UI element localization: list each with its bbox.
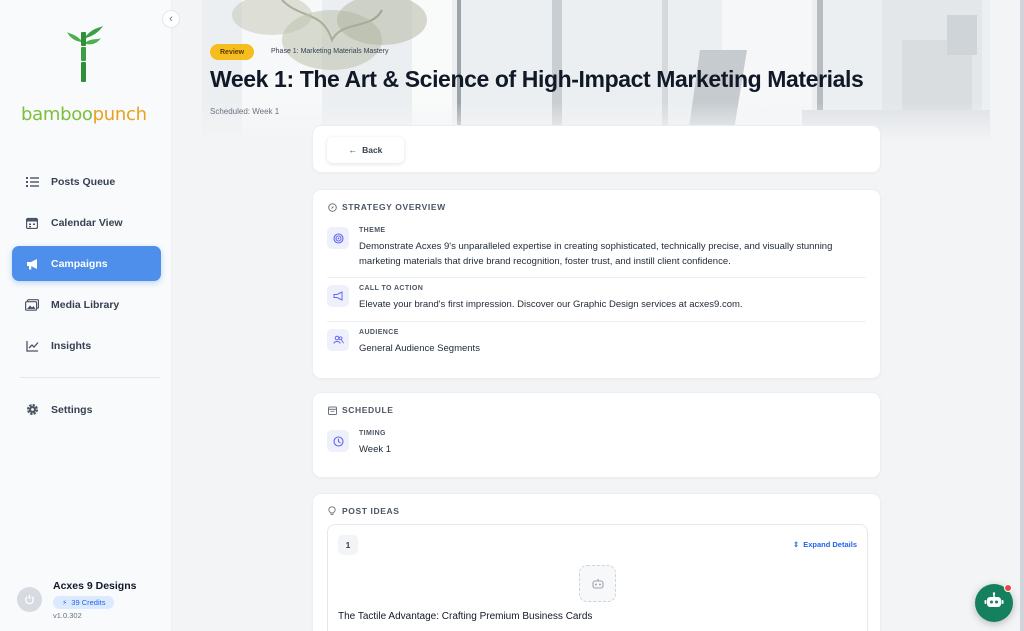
sidebar-item-media-library[interactable]: Media Library: [12, 287, 161, 322]
call-to-action-row: CALL TO ACTION Elevate your brand's firs…: [327, 285, 866, 311]
strategy-heading: STRATEGY OVERVIEW: [327, 202, 446, 212]
collapse-sidebar-button[interactable]: ‹: [162, 10, 180, 28]
list-icon: [25, 175, 39, 189]
sidebar-item-label: Settings: [51, 403, 93, 416]
sidebar-item-calendar-view[interactable]: Calendar View: [12, 205, 161, 240]
credits-label: 39 Credits: [71, 598, 106, 607]
divider: [327, 277, 866, 278]
compass-icon: [327, 202, 337, 212]
sidebar-item-label: Insights: [51, 339, 92, 352]
schedule-heading: SCHEDULE: [327, 405, 394, 415]
post-ideas-card: POST IDEAS 1 ⇕ Expand Details The Tactil…: [312, 493, 881, 631]
status-badge: Review: [210, 44, 255, 60]
sidebar: bamboopunch Posts Queue Calendar View Ca…: [0, 0, 172, 631]
campaign-hero: Review Phase 1: Marketing Materials Mast…: [202, 0, 990, 142]
arrow-left-icon: ←: [348, 145, 358, 155]
theme-label: THEME: [359, 227, 386, 234]
audience-row: AUDIENCE General Audience Segments: [327, 329, 866, 355]
robot-icon: [579, 565, 616, 602]
timing-text: Week 1: [359, 444, 392, 455]
strategy-heading-label: STRATEGY OVERVIEW: [342, 202, 446, 212]
expand-details-label: Expand Details: [803, 540, 857, 549]
timing-row: TIMING Week 1: [327, 430, 866, 460]
expand-icon: ⇕: [792, 540, 800, 549]
brand-wordmark-part1: bamboo: [21, 104, 93, 125]
clock-icon: [327, 430, 349, 452]
expand-details-button[interactable]: ⇕ Expand Details: [793, 540, 857, 549]
post-ideas-heading-label: POST IDEAS: [342, 506, 400, 516]
megaphone-icon: [327, 285, 349, 307]
credits-badge: ⚡ 39 Credits: [53, 596, 115, 609]
sidebar-item-label: Calendar View: [51, 216, 123, 229]
sidebar-item-campaigns[interactable]: Campaigns: [12, 246, 161, 281]
post-ideas-heading: POST IDEAS: [327, 506, 399, 516]
strategy-overview-card: STRATEGY OVERVIEW THEME Demonstrate Acxe…: [312, 189, 881, 379]
post-idea-item[interactable]: 1 ⇕ Expand Details The Tactile Advantage…: [327, 524, 868, 631]
sidebar-item-label: Posts Queue: [51, 175, 116, 188]
divider: [327, 321, 866, 322]
organization-name: Acxes 9 Designs: [53, 580, 137, 592]
theme-text: Demonstrate Acxes 9's unparalleled exper…: [359, 241, 833, 267]
app-version: v1.0.302: [53, 611, 82, 620]
nav-divider: [20, 377, 160, 378]
scheduled-label: Scheduled: Week 1: [210, 107, 280, 116]
call-to-action-label: CALL TO ACTION: [359, 285, 424, 292]
brand-wordmark-part2: punch: [92, 104, 147, 125]
timing-label: TIMING: [359, 430, 386, 437]
window-scrollbar[interactable]: [1020, 0, 1024, 631]
back-card: ← Back: [312, 125, 881, 173]
megaphone-icon: [25, 257, 39, 271]
phase-label: Phase 1: Marketing Materials Mastery: [271, 48, 389, 55]
calendar-icon: [327, 405, 337, 415]
brand-wordmark: bamboopunch: [21, 104, 147, 125]
audience-label: AUDIENCE: [359, 329, 399, 336]
robot-icon: [984, 591, 1004, 615]
call-to-action-text: Elevate your brand's first impression. D…: [359, 299, 743, 310]
image-icon: [25, 298, 39, 312]
sidebar-item-insights[interactable]: Insights: [12, 328, 161, 363]
users-icon: [327, 329, 349, 351]
post-idea-number: 1: [338, 535, 358, 555]
sidebar-item-settings[interactable]: Settings: [12, 392, 161, 427]
lightbulb-icon: [327, 506, 337, 516]
theme-row: THEME Demonstrate Acxes 9's unparalleled…: [327, 227, 866, 271]
chart-line-icon: [25, 339, 39, 353]
sidebar-nav: Posts Queue Calendar View Campaigns Medi…: [12, 164, 161, 433]
schedule-card: SCHEDULE TIMING Week 1: [312, 392, 881, 478]
notification-dot: [1004, 584, 1012, 592]
calendar-icon: [25, 216, 39, 230]
gear-icon: [25, 403, 39, 417]
audience-text: General Audience Segments: [359, 343, 480, 354]
schedule-heading-label: SCHEDULE: [342, 405, 394, 415]
chevron-left-icon: ‹: [169, 13, 173, 25]
target-icon: [327, 227, 349, 249]
post-idea-title: The Tactile Advantage: Crafting Premium …: [338, 611, 593, 622]
bamboo-logo-icon: [67, 26, 103, 82]
back-button-label: Back: [362, 145, 383, 155]
bolt-icon: ⚡: [62, 598, 68, 607]
power-icon[interactable]: [17, 587, 42, 612]
brand-logo[interactable]: bamboopunch: [20, 26, 150, 125]
page-title: Week 1: The Art & Science of High-Impact…: [210, 66, 864, 92]
sidebar-item-posts-queue[interactable]: Posts Queue: [12, 164, 161, 199]
sidebar-item-label: Campaigns: [51, 257, 108, 270]
back-button[interactable]: ← Back: [327, 137, 404, 163]
sidebar-item-label: Media Library: [51, 298, 120, 311]
